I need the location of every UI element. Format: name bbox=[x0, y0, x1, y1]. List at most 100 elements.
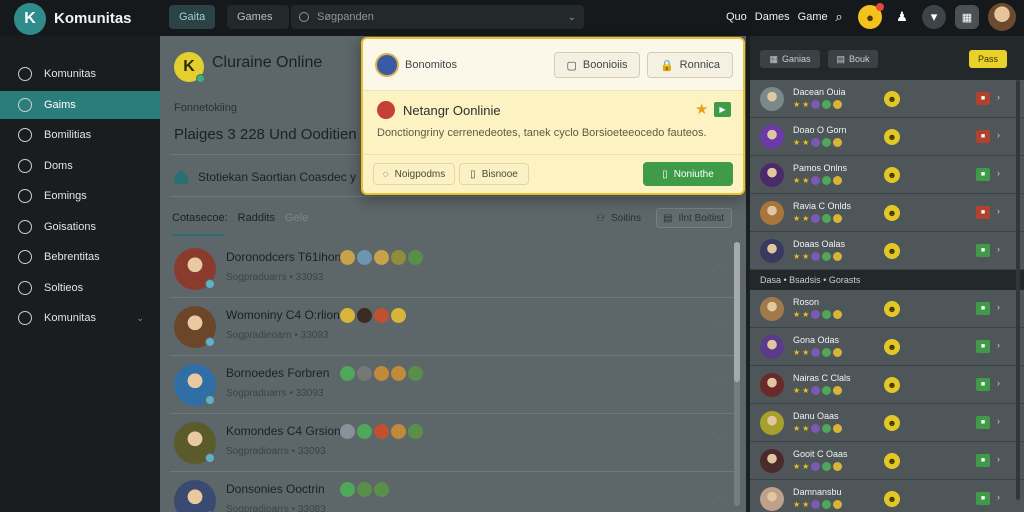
list-item[interactable]: Dacean Ouia ★ ★ ☻ ■ › bbox=[750, 80, 1024, 118]
sidebar-item-8[interactable]: Komunitas ⌄ bbox=[0, 304, 160, 332]
chevron-down-icon[interactable]: ⌄ bbox=[568, 12, 576, 23]
chevron-down-icon[interactable]: ⌄ bbox=[716, 316, 724, 327]
friend-stats: ★ ★ bbox=[793, 176, 843, 185]
table-row[interactable]: Donsonies Ooctrin Sogpradioarrs • 33083 ⌄ bbox=[170, 472, 736, 512]
chevron-right-icon[interactable]: › bbox=[997, 130, 1000, 140]
chevron-down-icon[interactable]: ⌄ bbox=[716, 490, 724, 501]
top-link-3[interactable]: Game bbox=[798, 11, 828, 23]
chevron-down-icon[interactable]: ⌄ bbox=[716, 432, 724, 443]
chevron-down-icon[interactable]: ⌄ bbox=[136, 313, 144, 324]
user-name[interactable]: Bornoedes Forbren bbox=[226, 366, 329, 380]
user-name[interactable]: Donsonies Ooctrin bbox=[226, 482, 325, 496]
top-link-1[interactable]: Quo bbox=[726, 11, 747, 23]
right-filter-button[interactable]: ▦ Ganias bbox=[760, 50, 820, 68]
notification-icon[interactable]: ● bbox=[858, 3, 884, 29]
sidebar-item-0[interactable]: Komunitas bbox=[0, 60, 160, 88]
star-icon[interactable]: ★ bbox=[695, 100, 708, 118]
status-badge: ■ bbox=[976, 416, 990, 429]
list-item[interactable]: Gooit C Oaas ★ ★ ☻ ■ › bbox=[750, 442, 1024, 480]
sidebar-item-3[interactable]: Doms bbox=[0, 152, 160, 180]
avatar[interactable] bbox=[174, 480, 216, 512]
badge-icon bbox=[833, 176, 843, 185]
table-row[interactable]: Doronodcers T61ihon Sogpraduarrs • 33093 ⌄ bbox=[170, 240, 736, 298]
chevron-right-icon[interactable]: › bbox=[997, 416, 1000, 426]
top-link-2[interactable]: Dames bbox=[755, 11, 790, 23]
shield-icon[interactable]: ▾ bbox=[922, 5, 946, 29]
tab-gaita[interactable]: Gaita bbox=[169, 5, 215, 29]
chevron-right-icon[interactable]: › bbox=[997, 92, 1000, 102]
tab-games[interactable]: Games bbox=[227, 5, 289, 29]
popup-secondary-button[interactable]: 🔒 Ronnica bbox=[647, 52, 733, 78]
list-item[interactable]: Doao O Gorn ★ ★ ☻ ■ › bbox=[750, 118, 1024, 156]
logo[interactable]: K bbox=[14, 3, 46, 35]
chevron-right-icon[interactable]: › bbox=[997, 492, 1000, 502]
popup-action-a[interactable]: ◌ Noigpodms bbox=[373, 163, 455, 185]
popup-option-button[interactable]: ▢ Boonioiis bbox=[554, 52, 640, 78]
list-item[interactable]: Damnansbu ★ ★ ☻ ■ › bbox=[750, 480, 1024, 512]
chevron-right-icon[interactable]: › bbox=[997, 168, 1000, 178]
list-item[interactable]: Doaas Oalas ★ ★ ☻ ■ › bbox=[750, 232, 1024, 270]
chevron-right-icon[interactable]: › bbox=[997, 206, 1000, 216]
search-bar[interactable]: ⌄ bbox=[291, 5, 584, 29]
avatar[interactable] bbox=[174, 248, 216, 290]
right-book-button[interactable]: ▤ Bouk bbox=[828, 50, 878, 68]
list-item[interactable]: Nairas C Clals ★ ★ ☻ ■ › bbox=[750, 366, 1024, 404]
sidebar-item-5[interactable]: Goisations bbox=[0, 213, 160, 241]
grid-icon[interactable]: ▦ bbox=[955, 5, 979, 29]
chevron-down-icon[interactable]: ⌄ bbox=[716, 374, 724, 385]
table-row[interactable]: Womoniny C4 O:rlion Sogpradieoarn • 33093… bbox=[170, 298, 736, 356]
chevron-right-icon[interactable]: › bbox=[997, 340, 1000, 350]
popup-action-b[interactable]: ▯ Bisnooe bbox=[459, 163, 529, 185]
chevron-right-icon[interactable]: › bbox=[997, 244, 1000, 254]
tab-gele[interactable]: Gele bbox=[285, 212, 308, 224]
avatar[interactable] bbox=[174, 422, 216, 464]
list-action-button[interactable]: ▤ Ilnt Boitiist bbox=[656, 208, 732, 228]
user-name[interactable]: Komondes C4 Grsion bbox=[226, 424, 341, 438]
search-icon[interactable]: ⌕ bbox=[827, 5, 851, 29]
right-pass-button[interactable]: Pass bbox=[969, 50, 1007, 68]
status-badge: ■ bbox=[976, 92, 990, 105]
popup-primary-button[interactable]: ▯ Noniuthe bbox=[643, 162, 733, 186]
book-icon: ▤ bbox=[836, 53, 845, 64]
user-name[interactable]: Womoniny C4 O:rlion bbox=[226, 308, 340, 322]
sidebar-item-1[interactable]: Gaims bbox=[0, 90, 168, 119]
chevron-right-icon[interactable]: › bbox=[997, 378, 1000, 388]
chevron-right-icon[interactable]: › bbox=[997, 302, 1000, 312]
friend-name: Roson bbox=[793, 297, 820, 307]
badge-icon bbox=[340, 308, 355, 323]
sidebar-item-label: Bomilitias bbox=[44, 129, 92, 141]
avatar[interactable] bbox=[174, 364, 216, 406]
avatar[interactable] bbox=[988, 3, 1016, 31]
badge-icon bbox=[822, 100, 832, 109]
tab-raddits[interactable]: Raddits bbox=[238, 212, 275, 224]
chevron-down-icon[interactable]: ⌄ bbox=[716, 258, 724, 269]
chevron-right-icon[interactable]: › bbox=[997, 454, 1000, 464]
table-row[interactable]: Komondes C4 Grsion Sogpradioarrs • 33093 ⌄ bbox=[170, 414, 736, 472]
list-item[interactable]: Roson ★ ★ ☻ ■ › bbox=[750, 290, 1024, 328]
list-item[interactable]: Pamos Onlns ★ ★ ☻ ■ › bbox=[750, 156, 1024, 194]
user-name[interactable]: Doronodcers T61ihon bbox=[226, 250, 341, 264]
list-item[interactable]: Gona Odas ★ ★ ☻ ■ › bbox=[750, 328, 1024, 366]
people-icon: ⚇ bbox=[596, 212, 605, 224]
list-item[interactable]: Ravia C Onlds ★ ★ ☻ ■ › bbox=[750, 194, 1024, 232]
settings-action[interactable]: ⚇ Soitins bbox=[590, 208, 647, 228]
search-input[interactable] bbox=[317, 11, 568, 23]
star-icon: ★ bbox=[802, 138, 810, 147]
badge-icon bbox=[811, 424, 821, 433]
avatar[interactable] bbox=[174, 306, 216, 348]
right-scrollbar[interactable] bbox=[1016, 80, 1020, 500]
scrollbar-thumb[interactable] bbox=[734, 242, 740, 382]
user-meta: Sogpradioarrs • 33083 bbox=[226, 504, 326, 512]
table-row[interactable]: Bornoedes Forbren Sogpraduarrs • 33093 ⌄ bbox=[170, 356, 736, 414]
sidebar-item-4[interactable]: Eomings bbox=[0, 182, 160, 210]
scrollbar[interactable] bbox=[734, 242, 740, 506]
sidebar-item-7[interactable]: Soltieos bbox=[0, 274, 160, 302]
tab-cotasecoe[interactable]: Cotasecoe: bbox=[172, 212, 228, 224]
list-item[interactable]: Danu Oaas ★ ★ ☻ ■ › bbox=[750, 404, 1024, 442]
friends-list-top: Dacean Ouia ★ ★ ☻ ■ › Doao O Gorn ★ ★ ☻ ■ › Pamos On… bbox=[750, 80, 1024, 270]
user-icon[interactable]: ♟ bbox=[890, 5, 914, 29]
friend-name: Gooit C Oaas bbox=[793, 449, 848, 459]
right-book-label: Bouk bbox=[849, 54, 870, 64]
sidebar-item-6[interactable]: Bebrentitas bbox=[0, 243, 160, 271]
sidebar-item-2[interactable]: Bomilitias bbox=[0, 121, 160, 149]
